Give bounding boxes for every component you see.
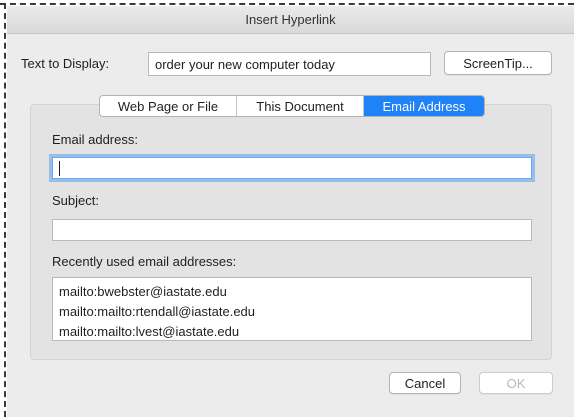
text-to-display-label: Text to Display: xyxy=(21,56,110,71)
link-type-tabs: Web Page or File This Document Email Add… xyxy=(99,95,485,117)
tab-web-page-or-file[interactable]: Web Page or File xyxy=(100,96,237,116)
text-to-display-field[interactable]: order your new computer today xyxy=(148,52,431,76)
cancel-button[interactable]: Cancel xyxy=(389,372,461,394)
tab-this-document[interactable]: This Document xyxy=(237,96,364,116)
text-caret xyxy=(59,160,60,176)
title-bar[interactable]: Insert Hyperlink xyxy=(7,6,574,34)
subject-label: Subject: xyxy=(52,193,99,208)
window-title: Insert Hyperlink xyxy=(245,12,336,27)
subject-input[interactable] xyxy=(52,219,532,241)
email-address-input[interactable] xyxy=(52,157,532,179)
ok-button[interactable]: OK xyxy=(479,372,553,394)
selection-border-top xyxy=(0,3,574,5)
screentip-button[interactable]: ScreenTip... xyxy=(444,51,552,75)
tab-email-address[interactable]: Email Address xyxy=(364,96,484,116)
list-item[interactable]: mailto:mailto:lvest@iastate.edu xyxy=(59,322,531,340)
list-item[interactable]: mailto:mailto:rtendall@iastate.edu xyxy=(59,302,531,322)
text-to-display-value: order your new computer today xyxy=(155,56,335,72)
recent-addresses-label: Recently used email addresses: xyxy=(52,254,237,269)
recent-addresses-list[interactable]: mailto:bwebster@iastate.edu mailto:mailt… xyxy=(52,277,532,341)
email-address-label: Email address: xyxy=(52,132,138,147)
insert-hyperlink-dialog: Insert Hyperlink Text to Display: order … xyxy=(7,6,574,417)
list-item[interactable]: mailto:bwebster@iastate.edu xyxy=(59,282,531,302)
selection-border-left xyxy=(4,3,6,417)
